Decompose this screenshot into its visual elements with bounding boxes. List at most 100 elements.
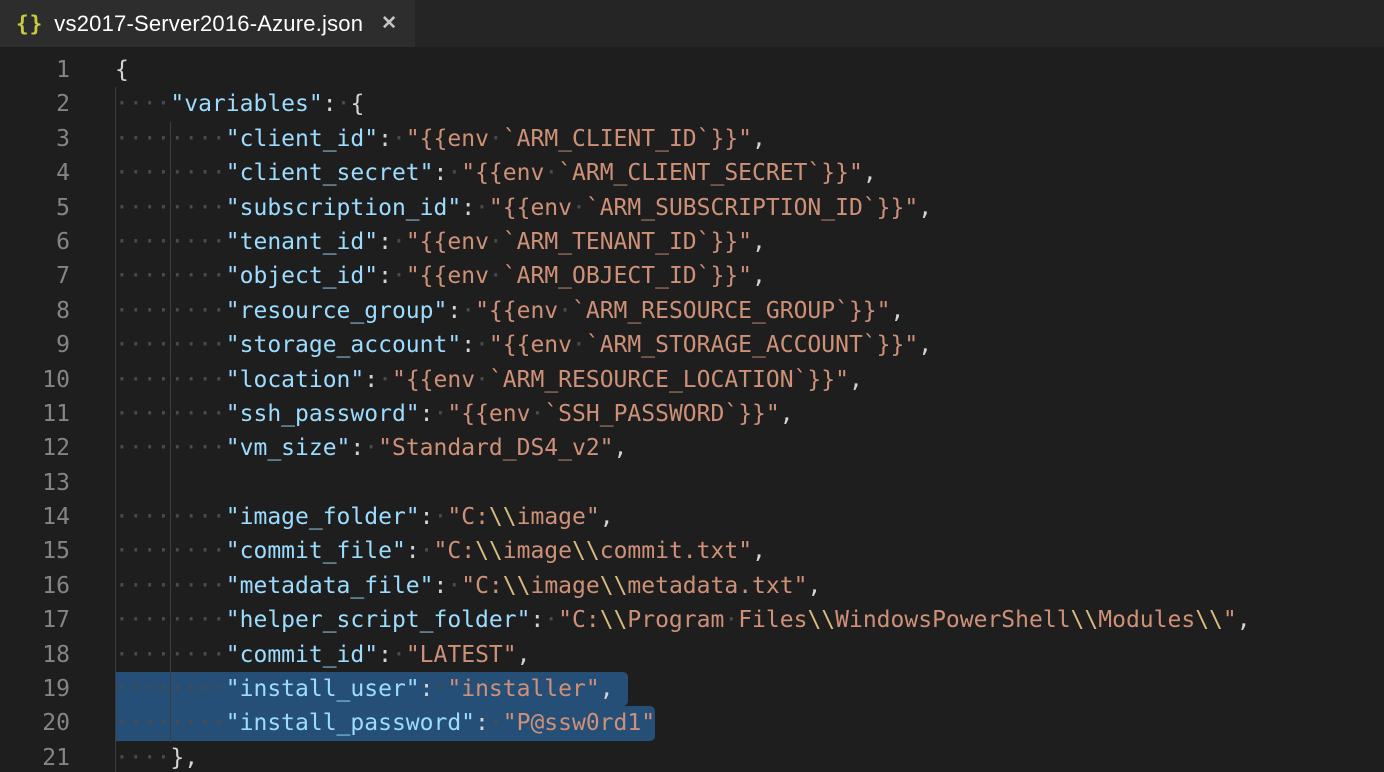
code-token: :: [378, 642, 392, 668]
line-content[interactable]: [70, 466, 1384, 500]
code-token: "C:: [558, 607, 600, 633]
code-token: \\: [600, 573, 628, 599]
line-content[interactable]: ········"location":·"{{env·`ARM_RESOURCE…: [70, 363, 1384, 397]
whitespace-dots: ·: [434, 676, 448, 702]
code-token: WindowsPowerShell: [835, 607, 1070, 633]
code-token: :: [461, 332, 475, 358]
whitespace-dots: ·: [572, 332, 586, 358]
code-token: "{{env: [447, 401, 530, 427]
code-token: ,: [780, 401, 794, 427]
line-content[interactable]: {: [70, 53, 1384, 87]
line-number[interactable]: 11: [0, 397, 70, 431]
line-content[interactable]: ········"subscription_id":·"{{env·`ARM_S…: [70, 191, 1384, 225]
code-line: 1{: [0, 53, 1384, 87]
code-token: :: [350, 435, 364, 461]
line-content[interactable]: ········"image_folder":·"C:\\image",: [70, 500, 1384, 534]
line-content[interactable]: ········"vm_size":·"Standard_DS4_v2",: [70, 431, 1384, 465]
line-content[interactable]: ········"storage_account":·"{{env·`ARM_S…: [70, 328, 1384, 362]
code-line: 7········"object_id":·"{{env·`ARM_OBJECT…: [0, 259, 1384, 293]
line-number[interactable]: 10: [0, 363, 70, 397]
code-token: ,: [752, 126, 766, 152]
tab-vs2017-server2016-azure-json[interactable]: {} vs2017-Server2016-Azure.json ✕: [0, 0, 415, 47]
code-line: 15········"commit_file":·"C:\\image\\com…: [0, 534, 1384, 568]
code-token: \\: [572, 538, 600, 564]
close-icon[interactable]: ✕: [381, 14, 397, 33]
line-content[interactable]: ········"client_secret":·"{{env·`ARM_CLI…: [70, 156, 1384, 190]
code-token: `ARM_SUBSCRIPTION_ID`}}": [586, 195, 918, 221]
line-content[interactable]: ········"commit_file":·"C:\\image\\commi…: [70, 534, 1384, 568]
code-token: "{{env: [461, 160, 544, 186]
whitespace-dots: ·: [489, 263, 503, 289]
code-token: "client_secret": [226, 160, 434, 186]
code-token: ,: [614, 435, 628, 461]
line-number[interactable]: 7: [0, 259, 70, 293]
code-token: ,: [600, 504, 614, 530]
code-line: 20 ········"install_password":·"P@ssw0rd1…: [0, 706, 1384, 740]
line-content[interactable]: ········"ssh_password":·"{{env·`SSH_PASS…: [70, 397, 1384, 431]
line-number[interactable]: 4: [0, 156, 70, 190]
line-content[interactable]: ········"resource_group":·"{{env·`ARM_RE…: [70, 294, 1384, 328]
line-number[interactable]: 14: [0, 500, 70, 534]
line-number[interactable]: 3: [0, 122, 70, 156]
line-content[interactable]: ····"variables":·{: [70, 87, 1384, 121]
code-token: `ARM_CLIENT_SECRET`}}": [558, 160, 863, 186]
code-line: 13: [0, 466, 1384, 500]
code-token: :: [378, 229, 392, 255]
line-content[interactable]: ········"helper_script_folder":·"C:\\Pro…: [70, 603, 1384, 637]
whitespace-dots: ·: [461, 298, 475, 324]
whitespace-dots: ····: [115, 91, 170, 117]
code-token: :: [406, 538, 420, 564]
line-number[interactable]: 5: [0, 191, 70, 225]
selection-highlight: ········"install_password":·"P@ssw0rd1": [115, 706, 655, 740]
line-content[interactable]: ····},: [70, 741, 1384, 772]
code-token: {: [115, 57, 129, 83]
line-number[interactable]: 9: [0, 328, 70, 362]
code-token: "metadata_file": [226, 573, 434, 599]
code-token: \\: [503, 573, 531, 599]
code-line: 17········"helper_script_folder":·"C:\\P…: [0, 603, 1384, 637]
line-number[interactable]: 16: [0, 569, 70, 603]
whitespace-dots: ·: [447, 573, 461, 599]
line-number[interactable]: 19: [0, 672, 70, 706]
line-number[interactable]: 8: [0, 294, 70, 328]
whitespace-dots: ·: [447, 160, 461, 186]
code-token: :: [420, 504, 434, 530]
line-content[interactable]: ········"tenant_id":·"{{env·`ARM_TENANT_…: [70, 225, 1384, 259]
code-token: ,: [1237, 607, 1251, 633]
line-content[interactable]: ········"metadata_file":·"C:\\image\\met…: [70, 569, 1384, 603]
code-lines-container: 1{2····"variables":·{3········"client_id…: [0, 53, 1384, 772]
line-content[interactable]: ········"install_password":·"P@ssw0rd1": [70, 706, 1384, 740]
line-number[interactable]: 2: [0, 87, 70, 121]
code-editor[interactable]: 1{2····"variables":·{3········"client_id…: [0, 47, 1384, 772]
line-number[interactable]: 15: [0, 534, 70, 568]
line-number[interactable]: 18: [0, 638, 70, 672]
code-line: 4········"client_secret":·"{{env·`ARM_CL…: [0, 156, 1384, 190]
line-number[interactable]: 17: [0, 603, 70, 637]
line-content[interactable]: ········"install_user":·"installer",: [70, 672, 1384, 706]
line-number[interactable]: 1: [0, 53, 70, 87]
whitespace-dots: ·: [364, 435, 378, 461]
line-number[interactable]: 13: [0, 466, 70, 500]
line-number[interactable]: 12: [0, 431, 70, 465]
tab-bar: {} vs2017-Server2016-Azure.json ✕: [0, 0, 1384, 47]
code-token: Files: [738, 607, 807, 633]
code-token: "vm_size": [226, 435, 351, 461]
code-token: \\: [1071, 607, 1099, 633]
code-token: "object_id": [226, 263, 378, 289]
code-line: 6········"tenant_id":·"{{env·`ARM_TENANT…: [0, 225, 1384, 259]
code-line: 21····},: [0, 741, 1384, 772]
whitespace-dots: ·: [558, 298, 572, 324]
code-token: "client_id": [226, 126, 378, 152]
line-content[interactable]: ········"client_id":·"{{env·`ARM_CLIENT_…: [70, 122, 1384, 156]
line-content[interactable]: ········"commit_id":·"LATEST",: [70, 638, 1384, 672]
code-token: "{{env: [406, 229, 489, 255]
code-token: "storage_account": [226, 332, 461, 358]
line-content[interactable]: ········"object_id":·"{{env·`ARM_OBJECT_…: [70, 259, 1384, 293]
line-number[interactable]: 21: [0, 741, 70, 772]
code-token: :: [323, 91, 337, 117]
line-number[interactable]: 6: [0, 225, 70, 259]
code-line: 16········"metadata_file":·"C:\\image\\m…: [0, 569, 1384, 603]
line-number[interactable]: 20: [0, 706, 70, 740]
code-token: "C:: [461, 573, 503, 599]
code-token: ,: [807, 573, 821, 599]
